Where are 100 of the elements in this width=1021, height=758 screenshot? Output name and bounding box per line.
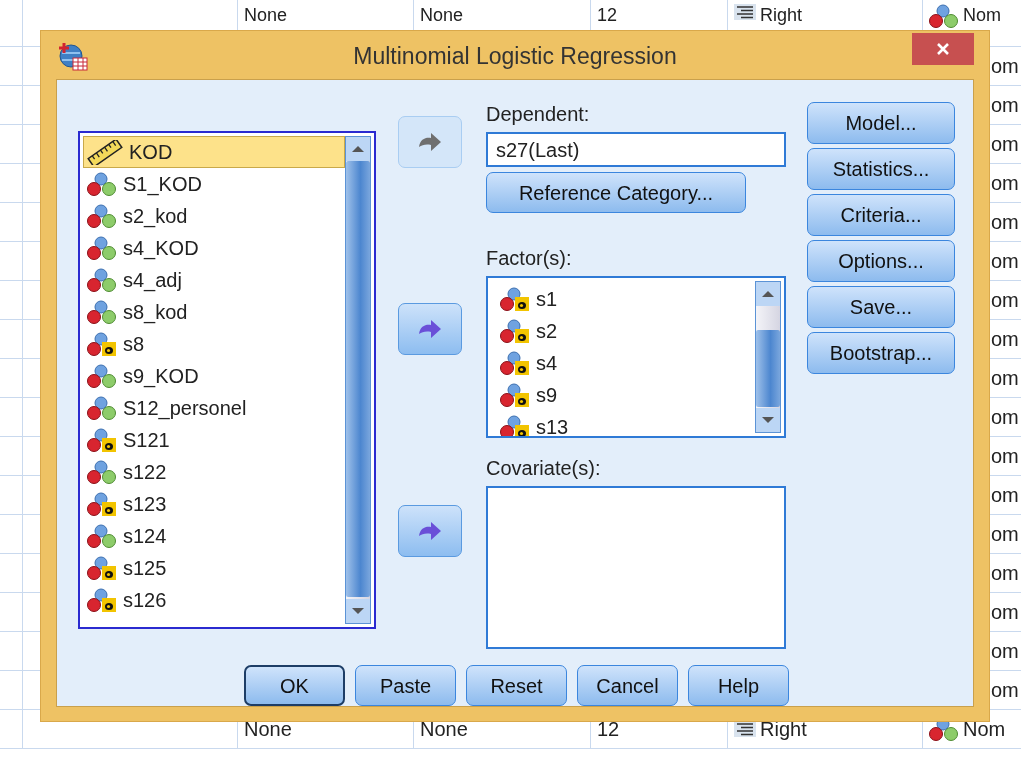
factor-list[interactable]: s1 s2 s4 s9 s13 bbox=[486, 276, 786, 438]
dialog-button[interactable]: Paste bbox=[355, 665, 456, 706]
variable-item[interactable]: s126 bbox=[83, 584, 345, 616]
dialog-button[interactable]: Options... bbox=[807, 240, 955, 282]
cell-text: om bbox=[991, 327, 1019, 352]
variable-item[interactable]: s8 bbox=[83, 328, 345, 360]
factor-item[interactable]: s13 bbox=[496, 411, 755, 436]
input-field[interactable]: s27(Last) bbox=[486, 132, 786, 167]
cell-text: None bbox=[244, 4, 288, 26]
string-variable-icon bbox=[87, 587, 117, 613]
variable-item[interactable]: s4_adj bbox=[83, 264, 345, 296]
cell-text: om bbox=[991, 600, 1019, 625]
cell-text: 12 bbox=[597, 4, 618, 26]
factor-item[interactable]: s2 bbox=[496, 315, 755, 347]
string-variable-icon bbox=[87, 331, 117, 357]
string-variable-icon bbox=[87, 555, 117, 581]
nominal-variable-icon bbox=[87, 203, 117, 229]
cell-text: om bbox=[991, 210, 1019, 235]
window-title: Multinomial Logistic Regression bbox=[353, 41, 677, 71]
variable-item[interactable]: s8_kod bbox=[83, 296, 345, 328]
variable-item[interactable]: KOD bbox=[83, 136, 345, 168]
scroll-thumb[interactable] bbox=[346, 161, 370, 597]
up-arrow-icon bbox=[761, 290, 775, 298]
variable-item[interactable]: s2_kod bbox=[83, 200, 345, 232]
variable-item[interactable]: s4_KOD bbox=[83, 232, 345, 264]
variable-item[interactable]: s9_KOD bbox=[83, 360, 345, 392]
nominal-variable-icon bbox=[87, 171, 117, 197]
up-arrow-icon bbox=[351, 145, 365, 153]
variable-item[interactable]: S1_KOD bbox=[83, 168, 345, 200]
move-button[interactable] bbox=[398, 505, 462, 557]
cell-text: om bbox=[991, 483, 1019, 508]
scrollbar[interactable] bbox=[345, 136, 371, 624]
down-arrow-icon bbox=[761, 416, 775, 424]
dialog-button[interactable]: Model... bbox=[807, 102, 955, 144]
factor-item[interactable]: s4 bbox=[496, 347, 755, 379]
variable-item[interactable]: s125 bbox=[83, 552, 345, 584]
nominal-variable-icon bbox=[87, 395, 117, 421]
dialog-button[interactable]: Cancel bbox=[577, 665, 678, 706]
variable-item[interactable]: s122 bbox=[83, 456, 345, 488]
scrollbar[interactable] bbox=[755, 281, 781, 433]
reference-category-button[interactable]: Reference Category... bbox=[486, 172, 746, 213]
field-label: Factor(s): bbox=[486, 246, 573, 270]
cell-text: om bbox=[991, 522, 1019, 547]
cell-text: om bbox=[991, 639, 1019, 664]
cell-text: None bbox=[420, 4, 464, 26]
scroll-down-button[interactable] bbox=[346, 599, 370, 623]
cell-text: om bbox=[991, 132, 1019, 157]
dialog-button[interactable]: OK bbox=[244, 665, 345, 706]
cell-text: om bbox=[991, 366, 1019, 391]
dialog-button[interactable]: Criteria... bbox=[807, 194, 955, 236]
nominal-variable-icon bbox=[87, 299, 117, 325]
factor-item[interactable]: s9 bbox=[496, 379, 755, 411]
covariate-list[interactable] bbox=[486, 486, 786, 649]
move-button[interactable] bbox=[398, 303, 462, 355]
string-variable-icon bbox=[87, 491, 117, 517]
cell-text: Right bbox=[760, 717, 807, 742]
string-variable-icon bbox=[500, 318, 530, 344]
variable-list[interactable]: KOD S1_KOD s2_kod s4_KOD s4_adj s8_kod s8 s9_KOD S12_personel S121 s122 s123 s124 s125 s126 bbox=[78, 131, 376, 629]
dialog-button[interactable]: Help bbox=[688, 665, 789, 706]
cell-text: om bbox=[991, 93, 1019, 118]
cell-text: om bbox=[991, 444, 1019, 469]
cell-text: om bbox=[991, 405, 1019, 430]
cell-text: om bbox=[991, 171, 1019, 196]
arrow-icon bbox=[417, 520, 443, 542]
cell-text: om bbox=[991, 288, 1019, 313]
nominal-variable-icon bbox=[87, 523, 117, 549]
dialog-button[interactable]: Bootstrap... bbox=[807, 332, 955, 374]
string-variable-icon bbox=[500, 350, 530, 376]
dialog-button[interactable]: Reset bbox=[466, 665, 567, 706]
down-arrow-icon bbox=[351, 607, 365, 615]
scroll-thumb[interactable] bbox=[756, 330, 780, 407]
nominal-variable-icon bbox=[929, 4, 959, 29]
field-label: Dependent: bbox=[486, 102, 591, 126]
cell-text: None bbox=[420, 717, 468, 742]
arrow-icon bbox=[417, 131, 443, 153]
nominal-variable-icon bbox=[87, 459, 117, 485]
cell-text: om bbox=[991, 678, 1019, 703]
string-variable-icon bbox=[500, 414, 530, 436]
string-variable-icon bbox=[500, 286, 530, 312]
cell-text: 12 bbox=[597, 717, 620, 742]
cell-text: om bbox=[991, 249, 1019, 274]
variable-item[interactable]: S121 bbox=[83, 424, 345, 456]
factor-item[interactable]: s1 bbox=[496, 283, 755, 315]
close-button[interactable] bbox=[912, 33, 974, 65]
cell-text: Right bbox=[760, 4, 803, 26]
dialog-button[interactable]: Save... bbox=[807, 286, 955, 328]
nominal-variable-icon bbox=[87, 267, 117, 293]
scroll-down-button[interactable] bbox=[756, 408, 780, 432]
string-variable-icon bbox=[87, 427, 117, 453]
nominal-variable-icon bbox=[87, 235, 117, 261]
scroll-up-button[interactable] bbox=[756, 282, 780, 306]
cell-text: None bbox=[244, 717, 292, 742]
app-icon bbox=[58, 41, 88, 71]
cell-text: Nom bbox=[963, 717, 1006, 742]
ruler-icon bbox=[87, 139, 123, 165]
variable-item[interactable]: s124 bbox=[83, 520, 345, 552]
dialog-button[interactable]: Statistics... bbox=[807, 148, 955, 190]
variable-item[interactable]: S12_personel bbox=[83, 392, 345, 424]
variable-item[interactable]: s123 bbox=[83, 488, 345, 520]
scroll-up-button[interactable] bbox=[346, 137, 370, 161]
